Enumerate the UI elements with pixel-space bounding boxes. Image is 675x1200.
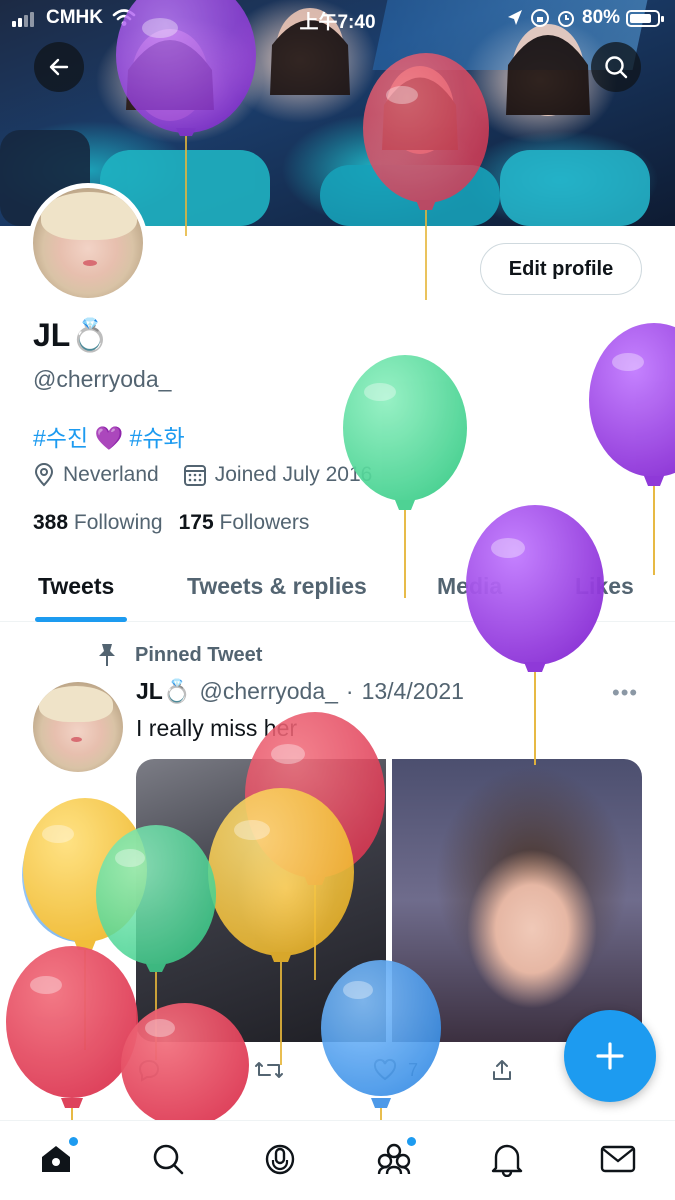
search-icon (605, 56, 628, 79)
like-button[interactable]: 7 (372, 1058, 418, 1082)
tweet-header: JL💍 @cherryoda_ · 13/4/2021 (136, 678, 464, 705)
search-icon (153, 1144, 184, 1175)
tweet-actions: 7 (136, 1058, 516, 1088)
compose-plus-icon (596, 1042, 624, 1070)
profile-joined: Joined July 2016 (183, 463, 373, 487)
tweet-avatar[interactable] (33, 682, 123, 772)
tab-media[interactable]: Media (437, 573, 502, 600)
communities-icon (377, 1143, 411, 1175)
nav-home[interactable] (36, 1137, 78, 1179)
heart-icon (373, 1058, 397, 1081)
retweet-button[interactable] (254, 1058, 284, 1082)
retweet-icon (255, 1062, 283, 1078)
profile-meta: Neverland Joined July 2016 (33, 463, 396, 487)
share-icon (493, 1060, 511, 1080)
tweet-text: I really miss her (136, 715, 298, 741)
back-button[interactable] (34, 42, 84, 92)
following-label: Following (73, 511, 163, 534)
avatar-lips (83, 260, 97, 266)
pinned-text: Pinned Tweet (135, 643, 263, 666)
profile-tabs: Tweets Tweets & replies Media Likes (0, 560, 675, 622)
tweet-author-name[interactable]: JL💍 (136, 678, 191, 705)
location-text: Neverland (63, 463, 159, 486)
battery-level (630, 14, 651, 23)
like-count: 7 (408, 1059, 419, 1080)
pinned-tweet-label: Pinned Tweet (95, 642, 262, 668)
tweet-date[interactable]: 13/4/2021 (362, 678, 464, 705)
status-bar: CMHK 上午7:40 80% (0, 0, 675, 38)
tweet-avatar-hair (39, 686, 113, 722)
profile-bio: #수진 💜 #슈화 (33, 419, 185, 453)
followers-link[interactable]: 175 Followers (179, 511, 310, 535)
profile-handle: @cherryoda_ (33, 366, 172, 392)
display-name: JL💍 (33, 317, 111, 353)
alarm-icon (558, 11, 574, 27)
following-link[interactable]: 388 Following (33, 511, 163, 535)
profile-avatar[interactable] (28, 183, 148, 303)
calendar-icon (183, 465, 206, 486)
balloon-purple-3 (466, 505, 604, 765)
location-pin-icon (34, 463, 54, 487)
nav-search[interactable] (148, 1139, 188, 1179)
balloon-red-3 (6, 946, 138, 1120)
tab-tweets[interactable]: Tweets (38, 573, 114, 600)
tab-likes[interactable]: Likes (575, 573, 634, 600)
bio-emoji: 💜 (94, 425, 124, 451)
battery-nub (661, 16, 664, 22)
balloon-purple-2 (589, 323, 675, 575)
notifications-icon (491, 1144, 523, 1177)
spaces-icon (265, 1144, 295, 1175)
nav-notifications[interactable] (487, 1139, 527, 1179)
search-button[interactable] (591, 42, 641, 92)
home-notification-dot (69, 1137, 78, 1146)
edit-profile-button[interactable]: Edit profile (480, 243, 642, 295)
nav-messages[interactable] (598, 1139, 638, 1179)
joined-text: Joined July 2016 (214, 463, 373, 486)
battery-icon (626, 10, 664, 27)
active-tab-indicator (35, 617, 127, 622)
location-arrow-icon (508, 10, 522, 25)
tweet-photo-1[interactable] (136, 759, 386, 1042)
balloon-yellow-2 (22, 798, 147, 1050)
tweet-photo-2[interactable] (392, 759, 642, 1042)
bio-hashtag-1[interactable]: #수진 (33, 425, 88, 451)
followers-label: Followers (219, 511, 310, 534)
lock-rotation-icon (531, 9, 549, 27)
tweet-avatar-lips (71, 737, 82, 742)
share-button[interactable] (490, 1058, 514, 1082)
compose-button[interactable] (564, 1010, 656, 1102)
follow-stats: 388 Following 175 Followers (33, 511, 309, 535)
tweet-author-handle[interactable]: @cherryoda_ (199, 678, 337, 705)
nav-spaces[interactable] (260, 1139, 300, 1179)
tab-tweets-replies[interactable]: Tweets & replies (187, 573, 367, 600)
profile-location: Neverland (33, 463, 159, 487)
communities-notification-dot (407, 1137, 416, 1146)
avatar-hair (41, 192, 137, 240)
status-icons (506, 8, 576, 28)
nav-communities[interactable] (374, 1137, 416, 1179)
tweet-media[interactable] (136, 759, 642, 1042)
messages-icon (600, 1145, 636, 1173)
reply-button[interactable] (136, 1058, 162, 1082)
followers-count: 175 (178, 511, 214, 534)
back-arrow-icon (49, 58, 69, 76)
tweet-separator: · (345, 678, 354, 704)
reply-icon (138, 1059, 160, 1082)
following-count: 388 (33, 511, 69, 534)
battery-percent: 80% (582, 7, 621, 28)
bottom-navigation (0, 1120, 675, 1200)
bio-hashtag-2[interactable]: #슈화 (130, 425, 185, 451)
home-icon (42, 1146, 70, 1172)
tweet-more-button[interactable]: ••• (612, 680, 638, 706)
pin-icon (99, 644, 115, 666)
